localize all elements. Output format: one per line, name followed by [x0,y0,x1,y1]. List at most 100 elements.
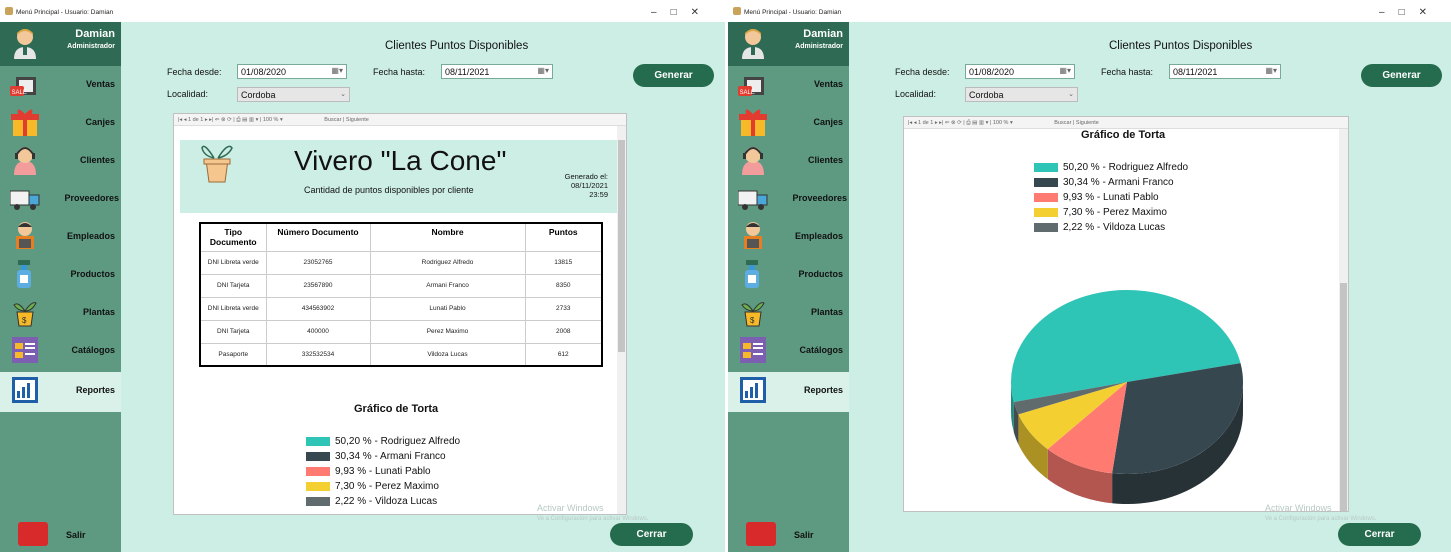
exit-button[interactable]: Salir [66,530,86,540]
cerrar-button[interactable]: Cerrar [610,523,693,546]
search-link[interactable]: Buscar [324,117,341,123]
menu-item-clientes[interactable]: Clientes [728,142,849,180]
report-header: Vivero "La Cone" Cantidad de puntos disp… [180,140,617,213]
fecha-hasta-value: 08/11/2021 [1173,67,1218,77]
menu-item-canjes[interactable]: Canjes [0,104,121,142]
title-bar: Menú Principal - Usuario: Damian –□✕ [728,0,1451,22]
calendar-icon[interactable]: ▦▾ [537,66,549,75]
localidad-select[interactable]: Cordoba ⌄ [237,87,350,102]
menu-label: Ventas [813,79,843,89]
spray-bottle-icon [17,260,31,288]
localidad-value: Cordoba [241,90,276,100]
main-window-2: Menú Principal - Usuario: Damian –□✕ Dam… [728,0,1451,552]
fecha-desde-value: 01/08/2020 [969,67,1015,77]
menu-label: Empleados [794,231,843,241]
menu-item-catalogos[interactable]: Catálogos [0,332,121,370]
menu-item-reportes[interactable]: Reportes [728,372,849,412]
spray-bottle-icon [745,260,759,288]
menu-label: Canjes [85,117,115,127]
chart-legend: 50,20 % - Rodriguez Alfredo 30,34 % - Ar… [306,434,460,509]
user-panel: Damian Administrador [728,22,849,66]
menu-item-canjes[interactable]: Canjes [728,104,849,142]
menu-label: Reportes [803,385,843,395]
legend-entry: 30,34 % - Armani Franco [306,449,460,464]
menu-item-empleados[interactable]: Empleados [0,218,121,256]
window-title: Menú Principal - Usuario: Damian [744,9,842,16]
page-indicator: 1 de 1 [188,117,204,123]
menu-label: Reportes [75,385,115,395]
generar-button[interactable]: Generar [633,64,714,87]
localidad-select[interactable]: Cordoba ⌄ [965,87,1078,102]
column-header: Número Documento [266,223,371,252]
user-name: Damian [803,28,843,40]
menu-item-productos[interactable]: Productos [0,256,121,294]
chevron-down-icon: ⌄ [1068,91,1074,98]
scrollbar[interactable] [617,126,626,514]
exit-icon[interactable] [746,522,776,546]
app-icon [5,7,13,15]
menu-label: Clientes [807,155,843,165]
window-controls[interactable]: –□✕ [651,7,713,18]
window-controls[interactable]: –□✕ [1379,7,1441,18]
exit-button[interactable]: Salir [794,530,814,540]
fecha-hasta-label: Fecha hasta: [373,67,426,77]
calendar-icon[interactable]: ▦▾ [1265,66,1277,75]
scroll-thumb[interactable] [618,140,625,352]
exit-icon[interactable] [18,522,48,546]
report-viewer: |◂ ◂ 1 de 1 ▸ ▸| ⇐ ⊗ ⟳ | ⎙ ▤ ▥ ▾ | 100 %… [903,116,1349,512]
cerrar-button[interactable]: Cerrar [1338,523,1421,546]
menu-item-reportes[interactable]: Reportes [0,372,121,412]
catalog-icon [740,337,766,363]
localidad-value: Cordoba [969,90,1004,100]
fecha-hasta-field[interactable]: 08/11/2021 ▦▾ [441,64,553,79]
fecha-hasta-value: 08/11/2021 [445,67,490,77]
legend-entry: 2,22 % - Vildoza Lucas [306,494,460,509]
menu-label: Proveedores [64,193,119,203]
menu-label: Catálogos [799,345,843,355]
fecha-desde-field[interactable]: 01/08/2020 ▦▾ [237,64,347,79]
legend-entry: 50,20 % - Rodriguez Alfredo [306,434,460,449]
legend-entry: 9,93 % - Lunati Pablo [306,464,460,479]
zoom-select[interactable]: 100 % [263,117,279,123]
menu-label: Clientes [79,155,115,165]
menu-item-plantas[interactable]: $ Plantas [728,294,849,332]
plant-pot-icon [201,145,233,183]
menu-label: Empleados [66,231,115,241]
menu-item-proveedores[interactable]: Proveedores [0,180,121,218]
page-title: Clientes Puntos Disponibles [385,40,529,52]
table-row: DNI Libreta verde 434563902 Lunati Pablo 27… [200,297,603,321]
menu-label: Proveedores [792,193,847,203]
menu-item-clientes[interactable]: Clientes [0,142,121,180]
calendar-icon[interactable]: ▦▾ [1059,66,1071,75]
menu-item-ventas[interactable]: SALE Ventas [728,66,849,104]
sale-bag-icon: SALE [738,77,764,96]
menu-label: Canjes [813,117,843,127]
page-title: Clientes Puntos Disponibles [1109,40,1253,52]
sale-bag-icon: SALE [10,77,36,96]
pie-chart [1011,290,1243,504]
employee-icon [16,222,34,249]
svg-text:$: $ [22,316,27,325]
menu-item-empleados[interactable]: Empleados [728,218,849,256]
report-icon [740,377,766,403]
menu-item-productos[interactable]: Productos [728,256,849,294]
menu-item-plantas[interactable]: $ Plantas [0,294,121,332]
next-link[interactable]: Siguiente [346,117,369,123]
gift-icon [11,109,39,136]
menu-item-ventas[interactable]: SALE Ventas [0,66,121,104]
truck-icon [738,190,768,210]
viewer-toolbar[interactable]: |◂ ◂ 1 de 1 ▸ ▸| ⇐ ⊗ ⟳ | ⎙ ▤ ▥ ▾ | 100 %… [174,114,626,126]
menu-item-catalogos[interactable]: Catálogos [728,332,849,370]
svg-text:SALE: SALE [12,90,27,96]
menu-item-proveedores[interactable]: Proveedores [728,180,849,218]
main-window-1: Menú Principal - Usuario: Damian –□✕ Dam… [0,0,725,552]
fecha-desde-field[interactable]: 01/08/2020 ▦▾ [965,64,1075,79]
app-icon [733,7,741,15]
user-panel: Damian Administrador [0,22,121,66]
window-title: Menú Principal - Usuario: Damian [16,9,114,16]
calendar-icon[interactable]: ▦▾ [331,66,343,75]
fecha-hasta-field[interactable]: 08/11/2021 ▦▾ [1169,64,1281,79]
generar-button[interactable]: Generar [1361,64,1442,87]
legend-entry: 7,30 % - Perez Maximo [306,479,460,494]
menu-label: Plantas [810,307,843,317]
